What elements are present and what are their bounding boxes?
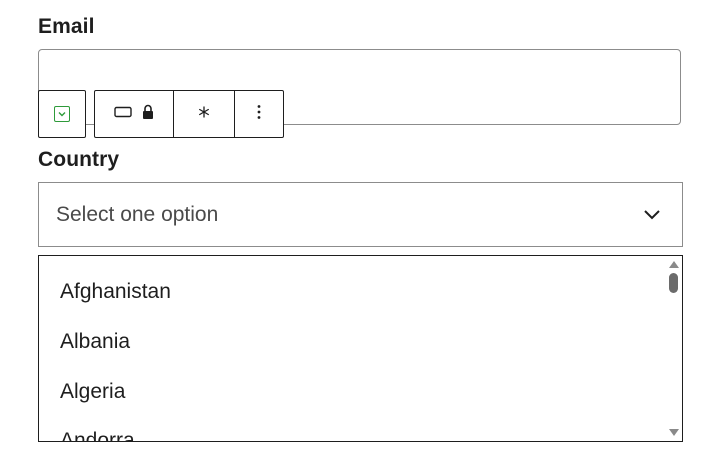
country-select-value: Select one option	[56, 202, 219, 226]
form-page: Email Country Select one option Afghanis…	[0, 0, 706, 454]
option-albania[interactable]: Albania	[60, 327, 130, 357]
lock-icon[interactable]	[142, 104, 154, 125]
list-scrollbar[interactable]	[666, 256, 682, 441]
toolbar-group-field	[95, 91, 174, 137]
country-select[interactable]: Select one option	[38, 182, 683, 247]
scroll-up-arrow-icon[interactable]	[669, 261, 679, 268]
country-label: Country	[38, 148, 120, 171]
option-andorra[interactable]: Andorra	[60, 426, 135, 441]
asterisk-icon	[198, 105, 210, 123]
scroll-thumb[interactable]	[669, 273, 678, 293]
country-options-list: Afghanistan Albania Algeria Andorra	[38, 255, 683, 442]
more-options-button[interactable]	[235, 91, 283, 137]
scroll-down-arrow-icon[interactable]	[669, 429, 679, 436]
more-options-icon	[257, 104, 261, 125]
select-block-icon	[54, 106, 70, 122]
email-label: Email	[38, 15, 95, 38]
block-switcher-button[interactable]	[38, 90, 86, 138]
option-afghanistan[interactable]: Afghanistan	[60, 277, 171, 307]
input-field-icon[interactable]	[114, 105, 132, 123]
chevron-down-icon	[642, 205, 662, 225]
required-toggle-button[interactable]	[174, 91, 235, 137]
option-algeria[interactable]: Algeria	[60, 377, 125, 407]
options-viewport: Afghanistan Albania Algeria Andorra	[39, 256, 666, 441]
block-toolbar	[94, 90, 284, 138]
